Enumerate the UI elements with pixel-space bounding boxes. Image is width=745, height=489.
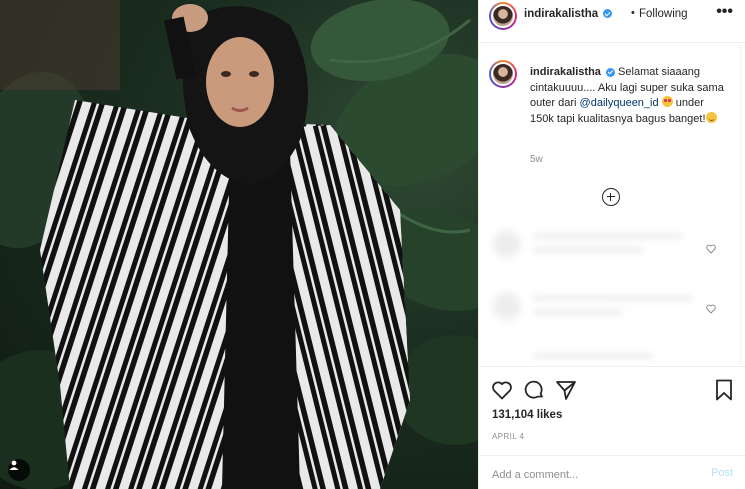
actions-divider <box>479 366 745 367</box>
author-username[interactable]: indirakalistha <box>524 8 598 20</box>
comments-list <box>493 220 723 370</box>
tagged-users-button[interactable] <box>8 459 30 481</box>
header-divider <box>479 42 745 43</box>
caption-author-avatar[interactable] <box>489 60 517 88</box>
caption-time-ago: 5w <box>530 154 543 165</box>
following-button[interactable]: Following <box>639 8 688 20</box>
post-date[interactable]: APRIL 4 <box>492 432 524 441</box>
post-caption: indirakalistha Selamat siaaang cintakuuu… <box>530 65 730 127</box>
author-avatar[interactable] <box>489 2 517 30</box>
post-details-panel: indirakalistha • Following ••• indirakal… <box>478 0 745 489</box>
verified-badge-icon <box>605 67 615 77</box>
comment-line <box>533 352 653 360</box>
comment-avatar <box>493 292 521 320</box>
comment-line <box>533 294 693 302</box>
post-header: indirakalistha • Following ••• <box>479 0 745 30</box>
comment-bubble-icon[interactable] <box>522 378 546 402</box>
user-icon <box>9 460 19 470</box>
post-comment-button[interactable]: Post <box>711 467 733 479</box>
post-actions-bar <box>479 378 745 404</box>
like-heart-icon[interactable] <box>490 378 514 402</box>
comment-line <box>533 232 683 240</box>
more-horizontal-icon[interactable]: ••• <box>716 3 733 21</box>
add-comment-input[interactable] <box>492 469 662 481</box>
comment-like-heart-icon[interactable] <box>706 244 716 254</box>
likes-count[interactable]: 131,104 likes <box>492 409 562 421</box>
heart-eyes-emoji-icon <box>661 96 673 107</box>
author-username-link[interactable]: indirakalistha <box>524 8 613 20</box>
caption-mention-link[interactable]: @dailyqueen_id <box>580 97 659 109</box>
photo-illustration <box>0 0 478 489</box>
verified-badge-icon <box>603 9 613 19</box>
caption-username[interactable]: indirakalistha <box>530 66 601 78</box>
post-photo[interactable] <box>0 0 478 489</box>
comment-like-heart-icon[interactable] <box>706 304 716 314</box>
share-direct-icon[interactable] <box>554 378 578 402</box>
comments-scrollbar[interactable] <box>739 45 743 365</box>
comment-divider <box>479 455 745 456</box>
comment-line <box>533 246 643 254</box>
load-more-comments-icon[interactable] <box>602 188 620 206</box>
smiling-emoji-icon <box>705 111 717 123</box>
comment-avatar <box>493 230 521 258</box>
comment-line <box>533 308 623 316</box>
separator-dot: • <box>631 7 635 19</box>
save-bookmark-icon[interactable] <box>712 378 736 402</box>
